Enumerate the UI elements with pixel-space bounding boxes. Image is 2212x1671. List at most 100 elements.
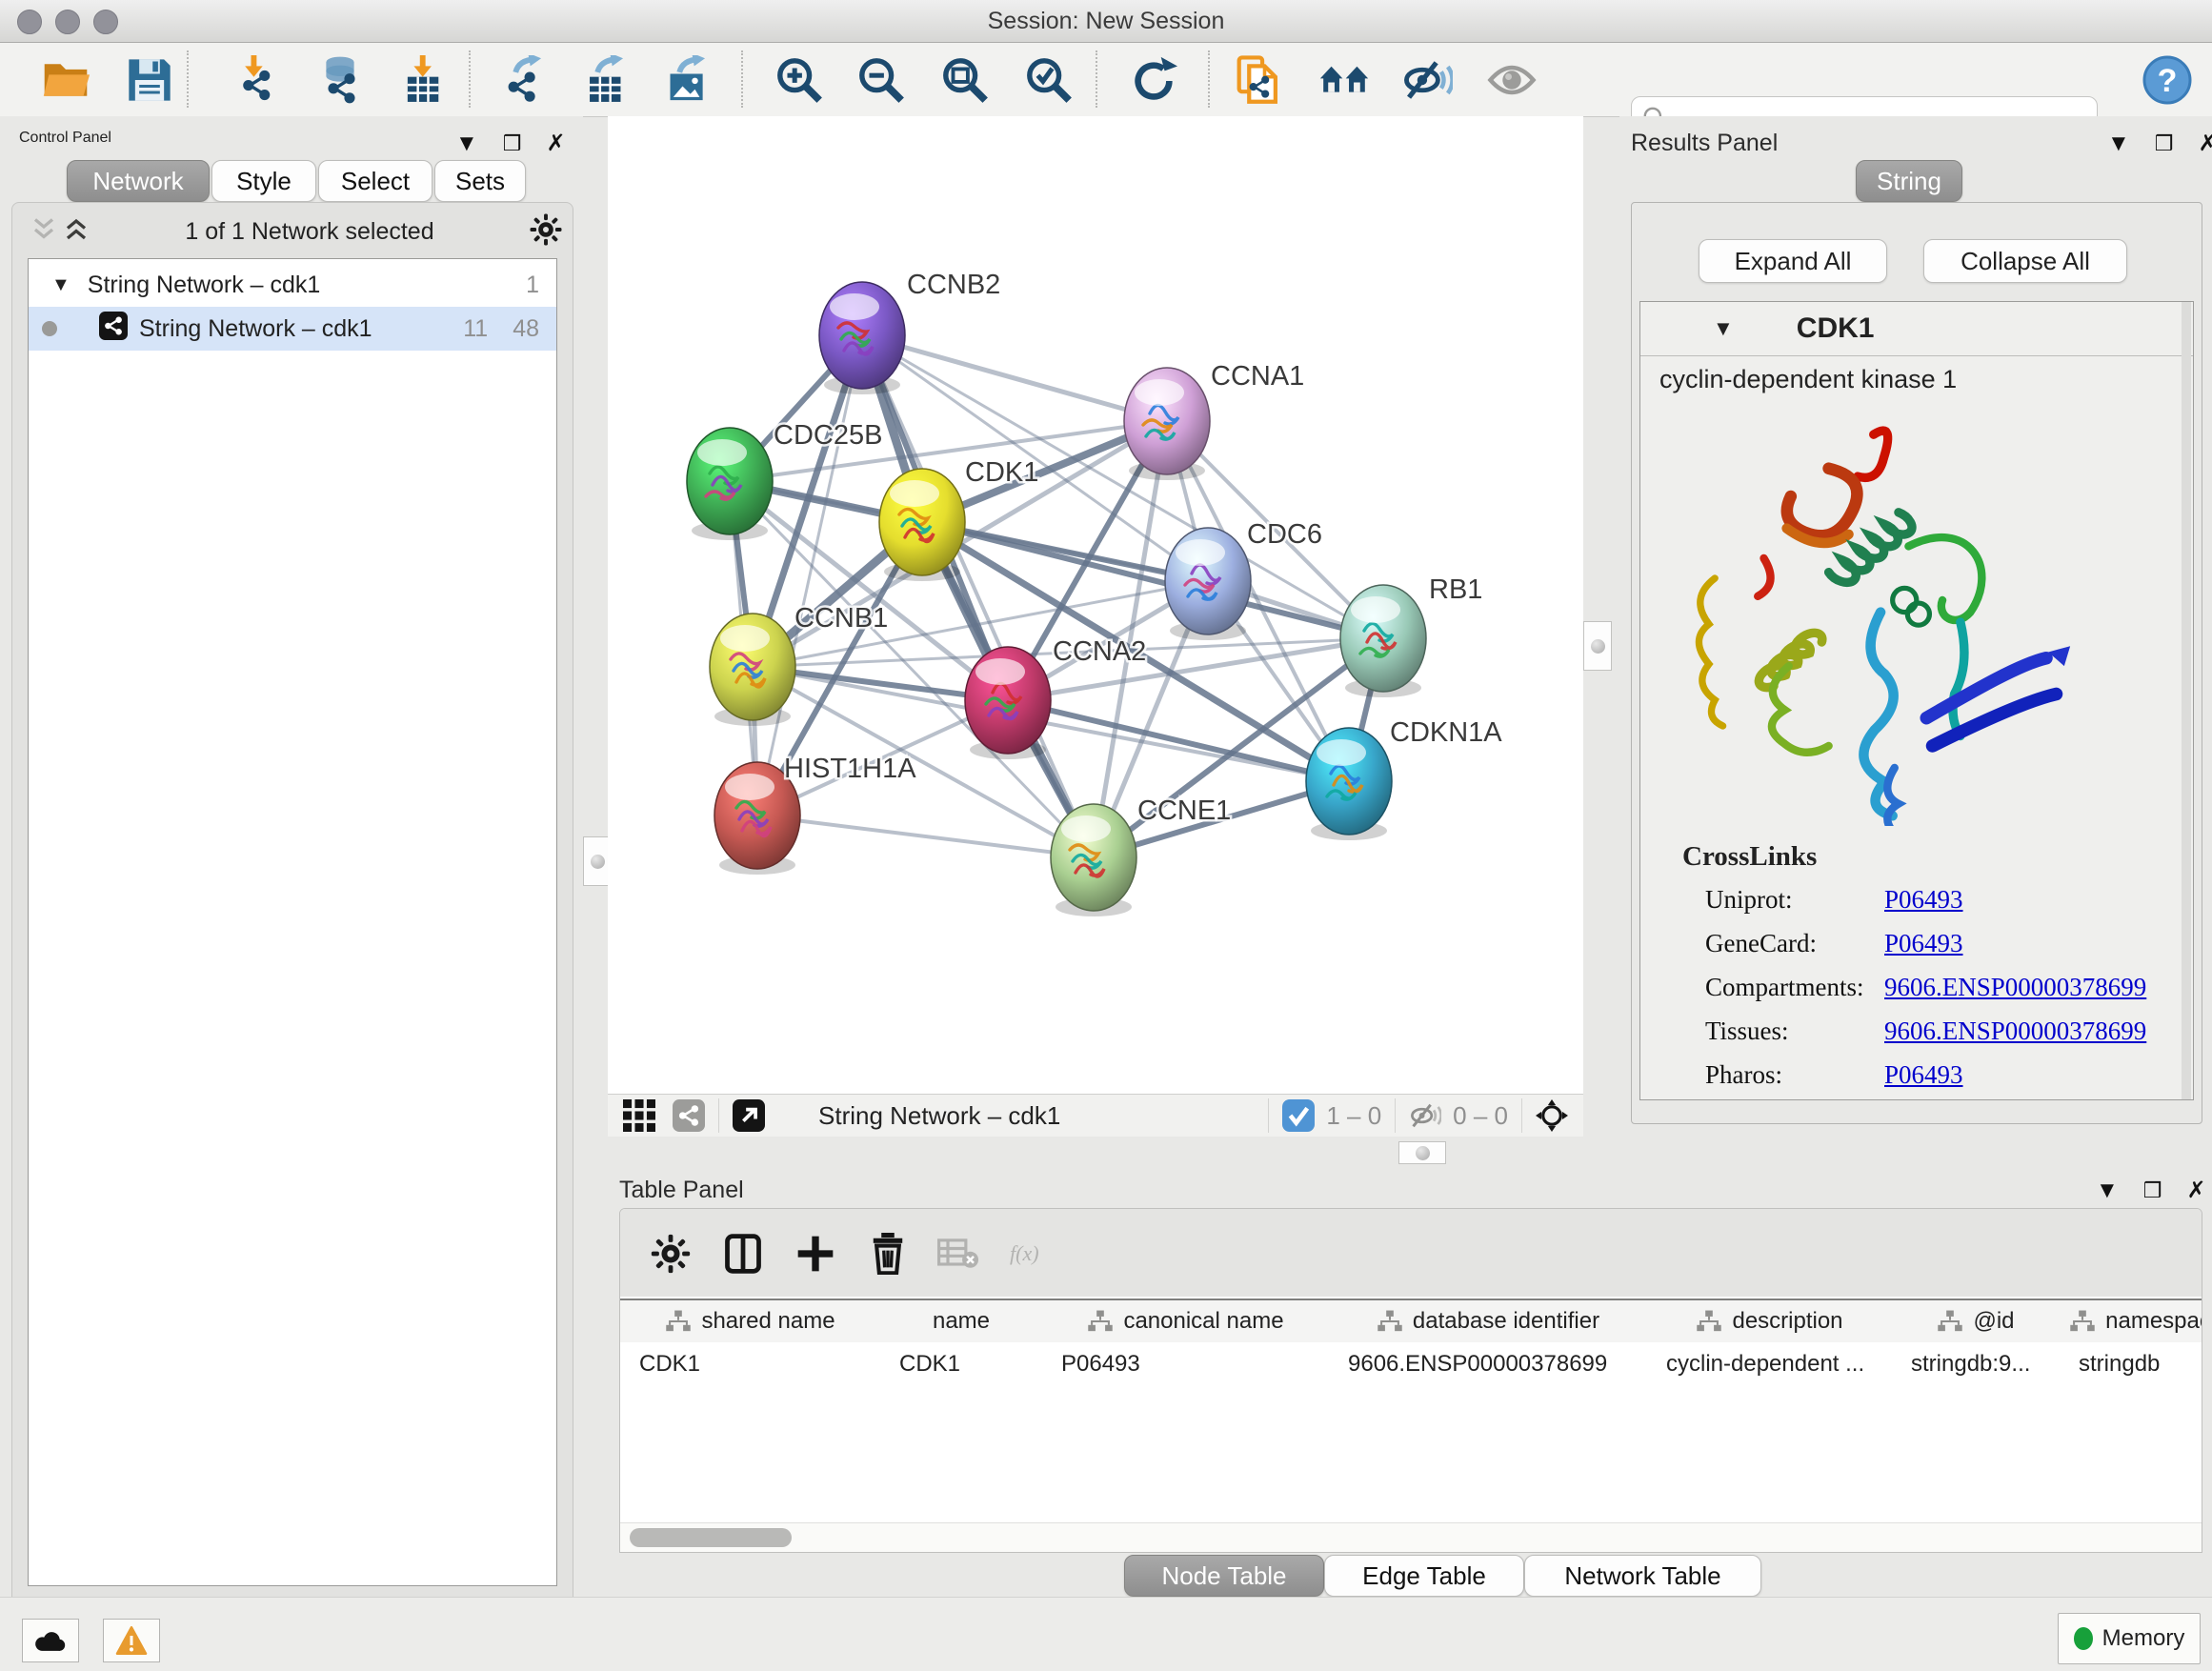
table-panel-float-icon[interactable]: ❒ — [2143, 1178, 2162, 1203]
crosslink-link[interactable]: 9606.ENSP00000378699 — [1884, 1017, 2146, 1046]
node-CCNB2[interactable] — [819, 282, 905, 394]
table-cell[interactable]: stringdb — [2060, 1344, 2202, 1384]
crosslink-link[interactable]: P06493 — [1884, 885, 1963, 915]
export-table-button[interactable] — [579, 52, 634, 108]
crosslink-link[interactable]: 9606.ENSP00000378699 — [1884, 973, 2146, 1002]
table-scrollbar-thumb[interactable] — [630, 1528, 792, 1547]
protein-header-row[interactable]: ▼ CDK1 — [1640, 302, 2193, 356]
node-label-CDK1: CDK1 — [965, 457, 1038, 488]
table-cell[interactable]: 9606.ENSP00000378699 — [1329, 1344, 1647, 1384]
column-header-shared-name[interactable]: shared name — [620, 1300, 881, 1342]
table-cell[interactable]: P06493 — [1042, 1344, 1329, 1384]
network-row-selected[interactable]: String Network – cdk1 11 48 — [29, 307, 556, 351]
create-column-plus-icon[interactable] — [792, 1230, 839, 1278]
network-view-canvas[interactable]: CCNB2CCNA1CDC25BCDK1CDC6RB1CCNB1CCNA2CDK… — [608, 116, 1583, 1094]
show-graphics-details-button[interactable] — [1484, 52, 1539, 108]
network-node-count: 11 — [463, 315, 488, 343]
column-header-name[interactable]: name — [880, 1300, 1043, 1342]
node-CDC25B[interactable] — [687, 428, 773, 540]
edge-CCNB2-CCNA1[interactable] — [862, 335, 1167, 421]
collapse-all-button[interactable]: Collapse All — [1923, 239, 2127, 283]
crosslink-link[interactable]: P06493 — [1884, 1060, 1963, 1090]
control-panel-float-icon[interactable]: ❒ — [503, 131, 522, 156]
edge-CCNA2-CDKN1A[interactable] — [1008, 700, 1349, 781]
table-options-gear-icon[interactable] — [647, 1230, 694, 1278]
crosslink-link[interactable]: P06493 — [1884, 929, 1963, 958]
network-options-gear-icon[interactable] — [529, 212, 563, 252]
expand-all-button[interactable]: Expand All — [1699, 239, 1887, 283]
results-panel-float-icon[interactable]: ❒ — [2155, 131, 2174, 156]
tab-network-table[interactable]: Network Table — [1524, 1555, 1761, 1597]
tab-edge-table[interactable]: Edge Table — [1324, 1555, 1524, 1597]
table-horizontal-scrollbar[interactable] — [620, 1522, 2202, 1552]
open-session-button[interactable] — [38, 52, 93, 108]
node-RB1[interactable] — [1340, 585, 1426, 697]
table-cell[interactable]: cyclin-dependent ... — [1647, 1344, 1892, 1384]
network-collection-row[interactable]: ▼ String Network – cdk1 1 — [29, 263, 556, 307]
protein-expander-icon[interactable]: ▼ — [1713, 316, 1734, 341]
selected-checkbox-icon[interactable] — [1282, 1099, 1315, 1132]
column-header-database-identifier[interactable]: database identifier — [1329, 1300, 1648, 1342]
collapse-all-networks-icon[interactable] — [30, 215, 58, 249]
node-CCNB1[interactable] — [710, 614, 795, 726]
table-cell[interactable]: CDK1 — [880, 1344, 1042, 1384]
help-button[interactable]: ? — [2140, 52, 2195, 108]
network-edge-count: 48 — [513, 315, 539, 343]
crosslink-label: Pharos: — [1705, 1060, 1782, 1090]
show-columns-icon[interactable] — [719, 1230, 767, 1278]
column-header-description[interactable]: description — [1647, 1300, 1893, 1342]
results-scrollbar[interactable] — [2182, 302, 2191, 1099]
string-home-button[interactable] — [1317, 52, 1372, 108]
import-table-button[interactable] — [396, 52, 452, 108]
control-panel-close-icon[interactable]: ✗ — [547, 130, 566, 157]
node-CCNE1[interactable] — [1051, 804, 1136, 916]
delete-column-trash-icon[interactable] — [864, 1230, 912, 1278]
node-CCNA1[interactable] — [1124, 368, 1210, 480]
zoom-fit-button[interactable] — [937, 52, 993, 108]
hidden-eye-icon[interactable] — [1409, 1099, 1441, 1132]
edge-HIST1H1A-CCNE1[interactable] — [757, 815, 1094, 857]
birdseye-grid-icon[interactable] — [623, 1099, 655, 1132]
tab-string[interactable]: String — [1856, 160, 1962, 202]
import-network-from-database-button[interactable] — [312, 52, 368, 108]
export-network-button[interactable] — [497, 52, 553, 108]
warnings-button[interactable] — [103, 1619, 160, 1662]
right-splitter-handle[interactable] — [1583, 621, 1612, 671]
save-session-button[interactable] — [122, 52, 177, 108]
tab-style[interactable]: Style — [211, 160, 316, 202]
tab-select[interactable]: Select — [318, 160, 432, 202]
zoom-in-button[interactable] — [772, 52, 827, 108]
control-panel-collapse-icon[interactable]: ▼ — [455, 131, 478, 157]
tab-sets[interactable]: Sets — [434, 160, 526, 202]
clone-network-button[interactable] — [1231, 52, 1286, 108]
zoom-selected-button[interactable] — [1021, 52, 1076, 108]
tab-node-table[interactable]: Node Table — [1124, 1555, 1324, 1597]
refresh-view-button[interactable] — [1126, 52, 1181, 108]
help-icon: ? — [2142, 55, 2192, 105]
horizontal-splitter-handle[interactable] — [1398, 1141, 1446, 1164]
node-CDKN1A[interactable] — [1306, 728, 1392, 840]
table-panel-collapse-icon[interactable]: ▼ — [2096, 1178, 2119, 1204]
zoom-out-button[interactable] — [854, 52, 909, 108]
crosshair-icon[interactable] — [1536, 1099, 1568, 1132]
network-collection-label: String Network – cdk1 — [88, 272, 321, 299]
export-image-button[interactable] — [661, 52, 716, 108]
hide-visual-properties-button[interactable] — [1400, 52, 1456, 108]
tree-expander-icon[interactable]: ▼ — [51, 274, 70, 296]
expand-all-networks-icon[interactable] — [62, 215, 90, 249]
column-header--id[interactable]: @id — [1892, 1300, 2061, 1342]
memory-button[interactable]: Memory — [2058, 1613, 2201, 1664]
results-panel-collapse-icon[interactable]: ▼ — [2107, 131, 2130, 157]
import-network-button[interactable] — [231, 52, 286, 108]
cloud-status-button[interactable] — [22, 1619, 79, 1662]
open-in-new-view-icon[interactable] — [733, 1099, 765, 1132]
table-panel-close-icon[interactable]: ✗ — [2187, 1177, 2206, 1204]
network-share-icon[interactable] — [673, 1099, 705, 1132]
network-tab-content: 1 of 1 Network selected — [11, 202, 573, 1614]
table-cell[interactable]: CDK1 — [620, 1344, 880, 1384]
tab-network[interactable]: Network — [67, 160, 210, 202]
results-panel-close-icon[interactable]: ✗ — [2199, 130, 2212, 157]
column-header-namespac[interactable]: namespac — [2060, 1300, 2202, 1342]
column-header-canonical-name[interactable]: canonical name — [1042, 1300, 1330, 1342]
table-cell[interactable]: stringdb:9... — [1892, 1344, 2060, 1384]
